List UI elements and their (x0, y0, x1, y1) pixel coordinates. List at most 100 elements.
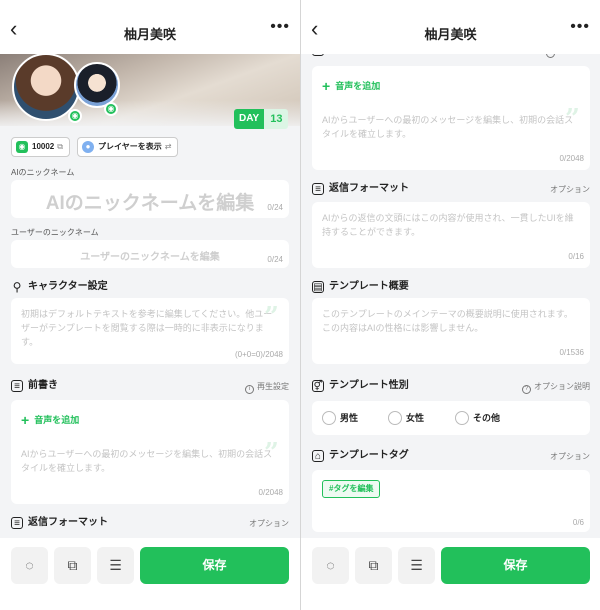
reply-format-field[interactable]: AIからの返信の文頭にはこの内容が使用され、一貫したUIを維持することができます… (312, 202, 590, 268)
template-gender-title: テンプレート性別 (329, 380, 409, 391)
preface-count: 0/2048 (258, 488, 283, 497)
reply-format-placeholder: AIからの返信の文頭にはこの内容が使用され、一貫したUIを維持することができます… (322, 213, 574, 237)
page-title: 柚月美咲 (424, 27, 477, 42)
gender-radio-other[interactable]: その他 (455, 411, 500, 425)
person-icon: ⚲ (12, 280, 22, 294)
preface-field[interactable]: + 音声を追加 AIからユーザーへの最初のメッセージを編集し、初期の会話スタイルを… (11, 400, 289, 504)
reply-format-option: オプション (249, 519, 289, 528)
add-voice-label: 音声を追加 (34, 415, 80, 425)
camera-icon[interactable]: ◉ (104, 102, 118, 116)
nav-bar: ‹ 柚月美咲 ••• (0, 0, 300, 54)
playback-settings[interactable]: i 再生設定 (245, 381, 289, 394)
reply-format-count: 0/16 (568, 252, 584, 261)
copy-button[interactable]: ⧉ (355, 547, 392, 584)
help-icon: ? (522, 385, 531, 394)
quote-icon: ” (264, 302, 279, 332)
option-explanation-label: オプション説明 (534, 382, 590, 391)
template-summary-section-header: ▤ テンプレート概要 (312, 281, 590, 295)
avatar-secondary[interactable] (74, 62, 120, 108)
bottom-toolbar: ◌ ⧉ ☰ 保存 (301, 538, 600, 610)
player-label: プレイヤーを表示 (98, 142, 162, 151)
export-button[interactable]: ☰ (398, 547, 435, 584)
edit-tag-button[interactable]: #タグを編集 (322, 480, 381, 498)
template-tag-count: 0/6 (572, 518, 584, 527)
character-field[interactable]: 初期はデフォルトテキストを参考に編集してください。他ユーザーがテンプレートを閲覧… (11, 298, 289, 364)
template-summary-title: テンプレート概要 (329, 281, 409, 292)
preface-field[interactable]: + 音声を追加 AIからユーザーへの最初のメッセージを編集し、初期の会話スタイルを… (312, 66, 590, 170)
ai-nickname-label: AIのニックネーム (11, 168, 75, 177)
template-summary-count: 0/1536 (559, 348, 584, 357)
preface-section-header: ≡ 前書き i 再生設定 (11, 380, 289, 394)
gender-options: 男性 女性 その他 (312, 401, 590, 435)
user-nickname-label: ユーザーのニックネーム (11, 228, 99, 237)
template-summary-field[interactable]: このテンプレートのメインテーマの概要説明に使用されます。この内容はAIの性格には… (312, 298, 590, 364)
gender-icon: ⚥ (312, 380, 324, 392)
camera-icon[interactable]: ◉ (68, 109, 82, 123)
reply-format-section-header: ≡ 返信フォーマット オプション (11, 517, 289, 531)
nav-bar: ‹ 柚月美咲 ••• (301, 0, 600, 54)
reply-format-title: 返信フォーマット (329, 183, 409, 194)
reply-format-option: オプション (550, 185, 590, 194)
player-chip[interactable]: ● プレイヤーを表示 ⇄ (77, 137, 179, 157)
more-icon[interactable]: ••• (270, 18, 290, 36)
add-voice-label: 音声を追加 (335, 81, 381, 91)
option-explanation[interactable]: ? オプション説明 (522, 381, 590, 394)
ai-nickname-placeholder: AIのニックネームを編集 (45, 193, 255, 214)
chat-preview-button[interactable]: ◌ (11, 547, 48, 584)
plus-icon: + (21, 412, 30, 428)
swap-icon[interactable]: ⇄ (165, 142, 172, 151)
chat-preview-button[interactable]: ◌ (312, 547, 349, 584)
chat-icon: ≡ (11, 517, 23, 529)
reply-format-section-header: ≡ 返信フォーマット オプション (312, 183, 590, 197)
template-summary-placeholder: このテンプレートのメインテーマの概要説明に使用されます。この内容はAIの性格には… (322, 309, 573, 333)
copy-icon: ⧉ (368, 557, 379, 573)
document-icon: ☰ (109, 557, 122, 573)
left-screen: ‹ 柚月美咲 ••• ◉ ◉ DAY 13 ◉ 10002 ⧉ ● プレイヤーを表… (0, 0, 300, 610)
page-title: 柚月美咲 (123, 27, 176, 42)
copy-icon[interactable]: ⧉ (57, 142, 63, 151)
chat-icon: ≡ (312, 183, 324, 195)
preface-placeholder: AIからユーザーへの最初のメッセージを編集し、初期の会話スタイルを確立します。 (21, 449, 273, 473)
gender-radio-male[interactable]: 男性 (322, 411, 358, 425)
quote-icon: ” (264, 438, 279, 468)
add-voice-button[interactable]: + 音声を追加 (21, 412, 79, 428)
template-tag-field: #タグを編集 0/6 (312, 470, 590, 532)
day-badge: DAY 13 (234, 109, 289, 129)
preface-count: 0/2048 (559, 154, 584, 163)
ai-nickname-count: 0/24 (267, 203, 283, 212)
character-section-header: ⚲ キャラクター設定 (11, 281, 289, 295)
more-icon[interactable]: ••• (570, 18, 590, 36)
tag-icon: ⌂ (312, 450, 324, 462)
reply-format-title: 返信フォーマット (28, 517, 108, 528)
ai-nickname-field[interactable]: AIのニックネームを編集 0/24 (11, 180, 289, 218)
template-tag-title: テンプレートタグ (329, 450, 409, 461)
user-nickname-field[interactable]: ユーザーのニックネームを編集 0/24 (11, 240, 289, 268)
template-icon: ▤ (312, 281, 324, 293)
document-icon: ☰ (410, 557, 423, 573)
copy-button[interactable]: ⧉ (54, 547, 91, 584)
save-button[interactable]: 保存 (140, 547, 289, 584)
day-label: DAY (234, 109, 265, 129)
export-button[interactable]: ☰ (97, 547, 134, 584)
plus-icon: + (322, 78, 331, 94)
chat-icon: ≡ (11, 380, 23, 392)
add-voice-button[interactable]: + 音声を追加 (322, 78, 380, 94)
day-count: 13 (264, 109, 289, 129)
character-count: (0+0=0)/2048 (234, 350, 283, 359)
gender-radio-female[interactable]: 女性 (388, 411, 424, 425)
user-nickname-count: 0/24 (267, 255, 283, 264)
chat-bubble-icon: ◌ (326, 557, 335, 573)
id-chip[interactable]: ◉ 10002 ⧉ (11, 137, 70, 157)
bottom-toolbar: ◌ ⧉ ☰ 保存 (0, 538, 300, 610)
save-button[interactable]: 保存 (441, 547, 590, 584)
playback-settings-label: 再生設定 (257, 382, 289, 391)
template-tag-section-header: ⌂ テンプレートタグ オプション (312, 450, 590, 464)
chat-bubble-icon: ◌ (25, 557, 34, 573)
id-icon: ◉ (16, 141, 28, 153)
copy-icon: ⧉ (67, 557, 78, 573)
quote-icon: ” (565, 104, 580, 134)
template-tag-option: オプション (550, 452, 590, 461)
info-icon: i (245, 385, 254, 394)
id-value: 10002 (32, 142, 55, 151)
right-screen: ≡ 前書き i再生設定 ‹ 柚月美咲 ••• +音声を追加 AIからユーザーへの… (301, 0, 600, 610)
